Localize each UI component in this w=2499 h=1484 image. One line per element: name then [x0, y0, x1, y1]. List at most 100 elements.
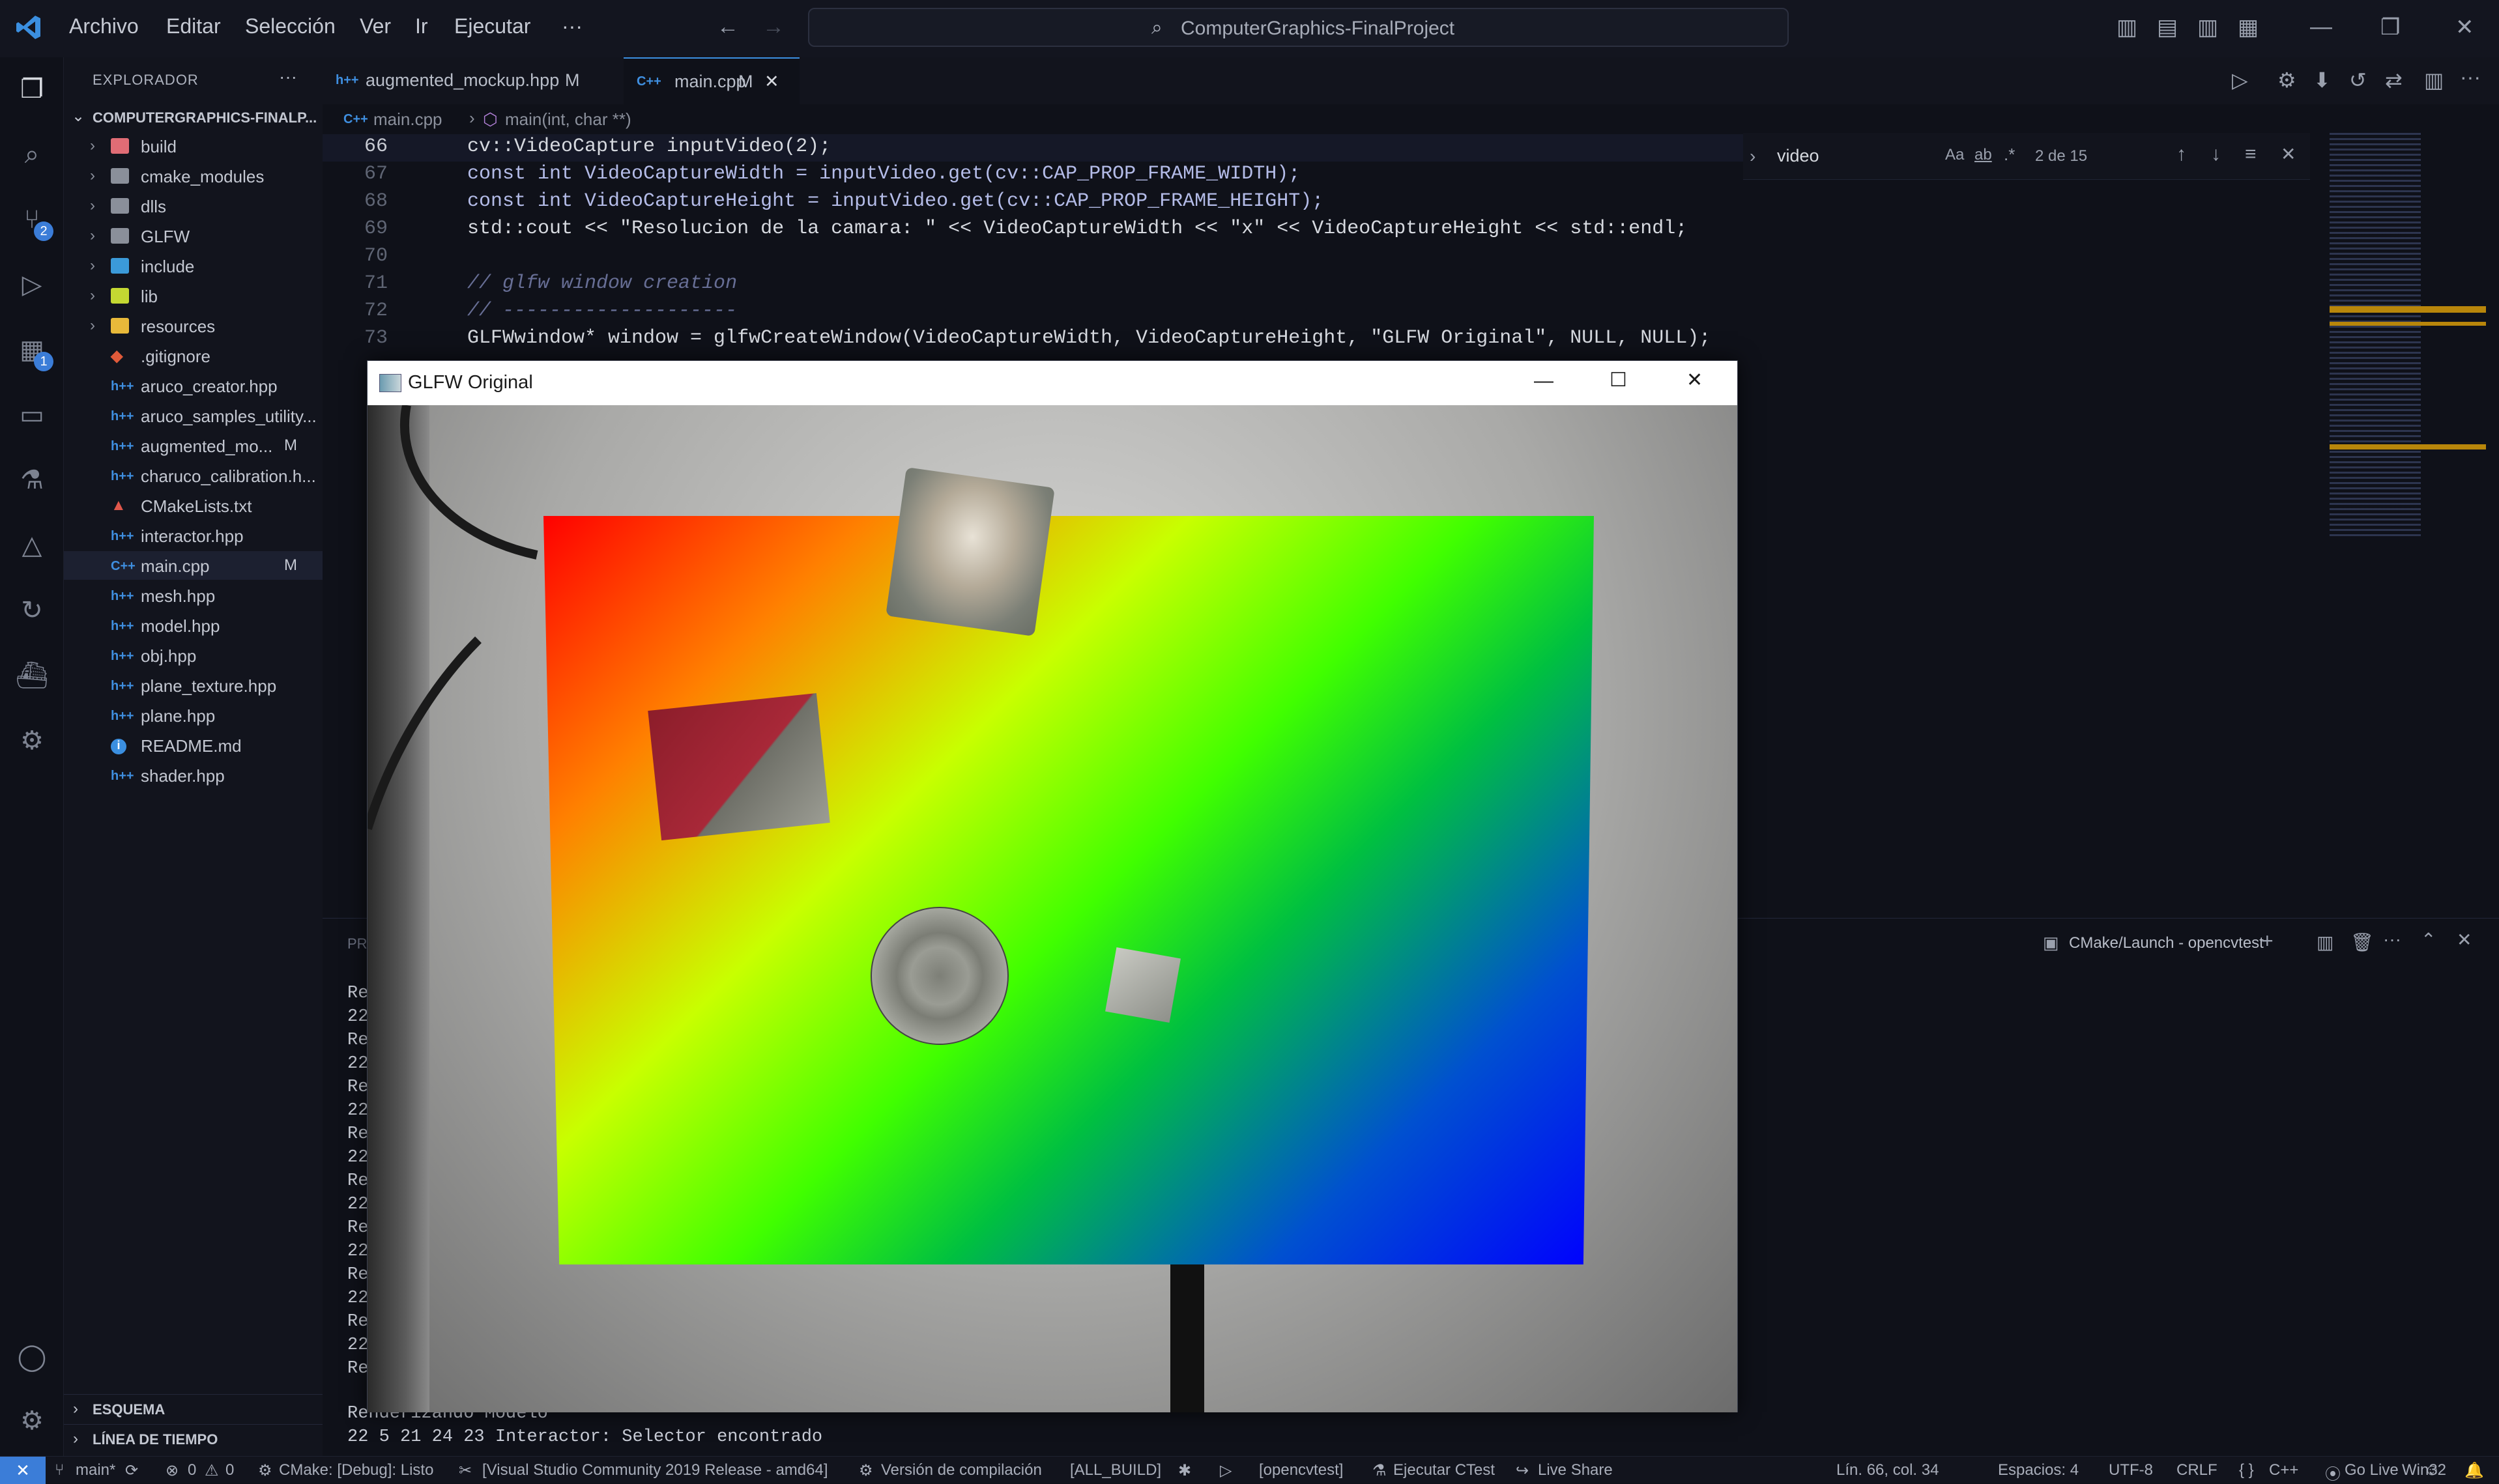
tree-item[interactable]: › dlls — [64, 192, 323, 220]
tree-item[interactable]: h++ augmented_mo... M — [64, 431, 323, 460]
timeline-section[interactable]: › LÍNEA DE TIEMPO — [64, 1424, 323, 1454]
build-icon[interactable]: ⬇ — [2313, 68, 2331, 93]
glfw-minimize-icon[interactable]: — — [1534, 370, 1553, 392]
minimize-icon[interactable]: — — [2310, 14, 2332, 40]
toggle-panel-icon[interactable]: ▤ — [2157, 14, 2178, 40]
forward-arrow-icon[interactable]: → — [762, 14, 785, 40]
close-find-icon[interactable]: ✕ — [2281, 143, 2296, 165]
tree-item[interactable]: › resources — [64, 311, 323, 340]
menu-archivo[interactable]: Archivo — [69, 14, 139, 38]
glfw-title-bar[interactable]: GLFW Original — ☐ ✕ — [368, 361, 1737, 405]
settings-icon[interactable]: ⚙ — [2277, 68, 2296, 93]
live-share[interactable]: Live Share — [1538, 1461, 1613, 1479]
tree-item[interactable]: h++ model.hpp — [64, 611, 323, 640]
split-terminal-icon[interactable]: ▥ — [2317, 932, 2333, 953]
tree-item[interactable]: › lib — [64, 281, 323, 310]
customize-layout-icon[interactable]: ▦ — [2238, 14, 2259, 40]
find-in-selection-icon[interactable]: ≡ — [2245, 143, 2257, 165]
tree-item[interactable]: › GLFW — [64, 221, 323, 250]
history-icon[interactable]: ↺ — [2349, 68, 2367, 93]
account-icon[interactable]: ◯ — [14, 1339, 50, 1375]
build-target[interactable]: [ALL_BUILD] — [1070, 1461, 1161, 1479]
run-debug-icon[interactable]: ▷ — [14, 267, 50, 302]
git-branch[interactable]: main* — [76, 1461, 115, 1479]
toggle-secondary-sidebar-icon[interactable]: ▥ — [2197, 14, 2218, 40]
menu-seleccion[interactable]: Selección — [245, 14, 336, 38]
tree-item[interactable]: h++ charuco_calibration.h... — [64, 461, 323, 490]
feedback-icon[interactable]: ☺ — [2424, 1461, 2440, 1479]
tree-item[interactable]: › build — [64, 132, 323, 160]
whole-word-toggle[interactable]: ab — [1974, 146, 1992, 164]
menu-ir[interactable]: Ir — [415, 14, 428, 38]
toggle-sidebar-icon[interactable]: ▥ — [2116, 14, 2137, 40]
glfw-maximize-icon[interactable]: ☐ — [1610, 369, 1627, 392]
tree-item[interactable]: h++ aruco_creator.hpp — [64, 371, 323, 400]
search-icon[interactable]: ⌕ — [14, 137, 50, 172]
close-window-icon[interactable]: ✕ — [2455, 14, 2474, 40]
notifications-bell-icon[interactable]: 🔔 — [2464, 1461, 2484, 1480]
breadcrumb-file[interactable]: main.cpp — [373, 109, 442, 130]
chevron-right-icon[interactable]: › — [1750, 146, 1755, 167]
explorer-more-icon[interactable]: ··· — [279, 66, 297, 87]
tree-item[interactable]: h++ mesh.hpp — [64, 581, 323, 610]
compare-icon[interactable]: ⇄ — [2385, 68, 2403, 93]
docker-icon[interactable]: ⛴ — [14, 658, 50, 693]
cmake-icon[interactable]: △ — [14, 528, 50, 563]
more-actions-icon[interactable]: ··· — [2383, 929, 2401, 950]
restore-icon[interactable]: ❐ — [2380, 14, 2400, 40]
menu-ver[interactable]: Ver — [360, 14, 391, 38]
indentation[interactable]: Espacios: 4 — [1998, 1461, 2079, 1479]
command-center-search[interactable]: ⌕ ComputerGraphics-FinalProject — [808, 8, 1789, 47]
tree-item[interactable]: i README.md — [64, 731, 323, 760]
terminal-name[interactable]: CMake/Launch - opencvtest — [2069, 934, 2264, 952]
new-terminal-icon[interactable]: + — [2261, 929, 2274, 953]
tree-item[interactable]: C++ main.cpp M — [64, 551, 323, 580]
glfw-window[interactable]: GLFW Original — ☐ ✕ — [367, 360, 1738, 1412]
testing-icon[interactable]: ⚗ — [14, 463, 50, 498]
remote-indicator[interactable]: ✕ — [0, 1457, 46, 1484]
outline-section[interactable]: › ESQUEMA — [64, 1394, 323, 1424]
cursor-position[interactable]: Lín. 66, col. 34 — [1836, 1461, 1939, 1479]
explorer-icon[interactable]: ❐ — [14, 72, 50, 107]
close-tab-icon[interactable]: ✕ — [764, 72, 779, 92]
remote-explorer-icon[interactable]: ▭ — [14, 397, 50, 433]
minimap[interactable] — [2310, 133, 2499, 918]
breadcrumb-symbol[interactable]: main(int, char **) — [505, 109, 631, 130]
regex-toggle[interactable]: .* — [2004, 145, 2015, 165]
explorer-root-folder[interactable]: ⌄ COMPUTERGRAPHICS-FINALP... — [64, 104, 323, 130]
menu-ejecutar[interactable]: Ejecutar — [454, 14, 530, 38]
encoding[interactable]: UTF-8 — [2109, 1461, 2153, 1479]
kill-terminal-icon[interactable]: 🗑 — [2350, 932, 2374, 953]
sync-icon[interactable]: ⟳ — [125, 1461, 138, 1480]
cmake-kit[interactable]: [Visual Studio Community 2019 Release - … — [482, 1461, 828, 1479]
close-panel-icon[interactable]: ✕ — [2457, 929, 2472, 950]
run-file-icon[interactable]: ▷ — [2232, 68, 2248, 93]
tree-item[interactable]: h++ plane_texture.hpp — [64, 671, 323, 700]
launch-target[interactable]: [opencvtest] — [1259, 1461, 1343, 1479]
tree-item[interactable]: ▲ CMakeLists.txt — [64, 491, 323, 520]
more-actions-icon[interactable]: ··· — [2460, 65, 2481, 89]
maximize-panel-icon[interactable]: ⌃ — [2421, 929, 2436, 950]
error-count[interactable]: 0 — [188, 1461, 196, 1479]
tree-item[interactable]: h++ plane.hpp — [64, 701, 323, 730]
next-match-icon[interactable]: ↓ — [2211, 143, 2221, 165]
tree-item[interactable]: ◆ .gitignore — [64, 341, 323, 370]
live-share-icon[interactable]: ↻ — [14, 593, 50, 628]
tab-augmented-mockup[interactable]: h++ augmented_mockup.hpp M — [323, 57, 622, 104]
tab-main-cpp[interactable]: C++ main.cpp M ✕ — [624, 57, 800, 104]
tree-item[interactable]: › include — [64, 251, 323, 280]
back-arrow-icon[interactable]: ← — [717, 14, 739, 40]
tree-item[interactable]: h++ interactor.hpp — [64, 521, 323, 550]
line-ending[interactable]: CRLF — [2176, 1461, 2217, 1479]
references-icon[interactable]: ⚙ — [14, 723, 50, 758]
glfw-close-icon[interactable]: ✕ — [1686, 369, 1703, 392]
tree-item[interactable]: h++ shader.hpp — [64, 761, 323, 790]
tree-item[interactable]: h++ obj.hpp — [64, 641, 323, 670]
split-editor-icon[interactable]: ▥ — [2424, 68, 2444, 93]
debug-bug-icon[interactable]: ✱ — [1178, 1461, 1191, 1480]
tree-item[interactable]: h++ aruco_samples_utility... — [64, 401, 323, 430]
launch-play-icon[interactable]: ▷ — [1220, 1461, 1232, 1480]
menu-editar[interactable]: Editar — [166, 14, 221, 38]
menu-more[interactable]: ··· — [562, 14, 583, 38]
run-ctest[interactable]: Ejecutar CTest — [1393, 1461, 1495, 1479]
